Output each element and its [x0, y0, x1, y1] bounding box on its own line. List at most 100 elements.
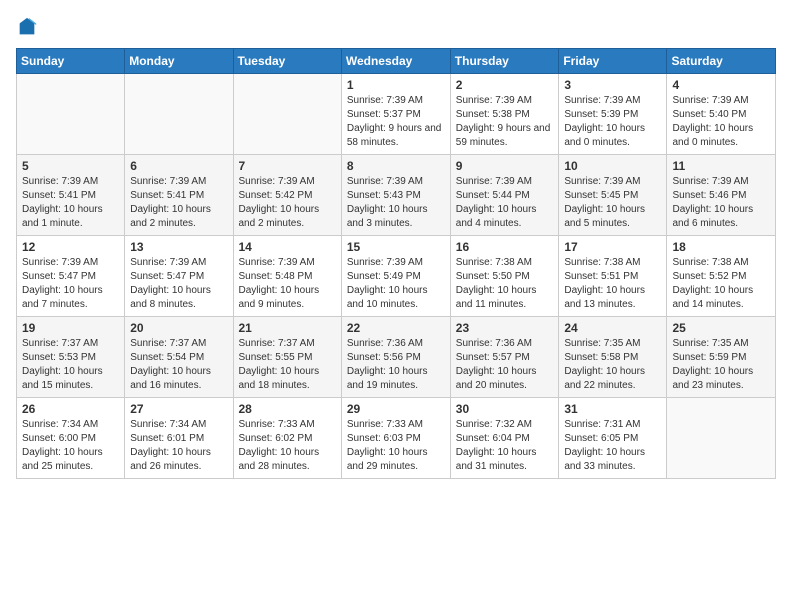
calendar-cell: 15Sunrise: 7:39 AMSunset: 5:49 PMDayligh…: [341, 236, 450, 317]
calendar-cell: 29 Sunrise: 7:33 AMSunset: 6:03 PMDayligh…: [341, 398, 450, 479]
day-info: Sunrise: 7:31 AMSunset: 6:05 PMDaylight:…: [564, 418, 661, 474]
calendar-cell: 3 Sunrise: 7:39 AMSunset: 5:39 PMDaylight…: [559, 74, 667, 155]
day-number: 27: [130, 402, 227, 416]
day-info: Sunrise: 7:39 AMSunset: 5:48 PMDaylight:…: [239, 256, 336, 312]
calendar-week-row-2: 5 Sunrise: 7:39 AMSunset: 5:41 PMDaylight…: [17, 155, 776, 236]
day-number: 25: [672, 321, 770, 335]
calendar-cell: 12Sunrise: 7:39 AMSunset: 5:47 PMDayligh…: [17, 236, 125, 317]
day-info: Sunrise: 7:34 AMSunset: 6:01 PMDaylight:…: [130, 418, 227, 474]
day-number: 17: [564, 240, 661, 254]
logo-icon: [16, 16, 38, 38]
calendar-cell: 27 Sunrise: 7:34 AMSunset: 6:01 PMDayligh…: [125, 398, 233, 479]
day-number: 3: [564, 78, 661, 92]
day-info: Sunrise: 7:39 AMSunset: 5:46 PMDaylight:…: [672, 175, 770, 231]
day-info: Sunrise: 7:39 AMSunset: 5:43 PMDaylight:…: [347, 175, 445, 231]
calendar-cell: 23 Sunrise: 7:36 AMSunset: 5:57 PMDayligh…: [450, 317, 559, 398]
calendar-cell: 19 Sunrise: 7:37 AMSunset: 5:53 PMDayligh…: [17, 317, 125, 398]
day-number: 19: [22, 321, 119, 335]
day-number: 20: [130, 321, 227, 335]
day-info: Sunrise: 7:36 AMSunset: 5:56 PMDaylight:…: [347, 337, 445, 393]
calendar-cell: 7 Sunrise: 7:39 AMSunset: 5:42 PMDaylight…: [233, 155, 341, 236]
calendar-cell: 18 Sunrise: 7:38 AMSunset: 5:52 PMDayligh…: [667, 236, 776, 317]
calendar-cell: 31 Sunrise: 7:31 AMSunset: 6:05 PMDayligh…: [559, 398, 667, 479]
day-number: 14: [239, 240, 336, 254]
day-number: 15: [347, 240, 445, 254]
day-info: Sunrise: 7:38 AMSunset: 5:51 PMDaylight:…: [564, 256, 661, 312]
day-info: Sunrise: 7:33 AMSunset: 6:03 PMDaylight:…: [347, 418, 445, 474]
calendar-week-row-1: 1 Sunrise: 7:39 AMSunset: 5:37 PMDaylight…: [17, 74, 776, 155]
day-info: Sunrise: 7:37 AMSunset: 5:54 PMDaylight:…: [130, 337, 227, 393]
day-info: Sunrise: 7:35 AMSunset: 5:58 PMDaylight:…: [564, 337, 661, 393]
day-number: 13: [130, 240, 227, 254]
calendar-cell: 30 Sunrise: 7:32 AMSunset: 6:04 PMDayligh…: [450, 398, 559, 479]
day-header-saturday: Saturday: [667, 49, 776, 74]
calendar-cell: [17, 74, 125, 155]
day-number: 18: [672, 240, 770, 254]
calendar-week-row-3: 12Sunrise: 7:39 AMSunset: 5:47 PMDayligh…: [17, 236, 776, 317]
day-number: 31: [564, 402, 661, 416]
day-number: 1: [347, 78, 445, 92]
day-number: 29: [347, 402, 445, 416]
day-number: 8: [347, 159, 445, 173]
calendar-cell: 2Sunrise: 7:39 AMSunset: 5:38 PMDaylight…: [450, 74, 559, 155]
day-info: Sunrise: 7:39 AMSunset: 5:47 PMDaylight:…: [130, 256, 227, 312]
day-header-monday: Monday: [125, 49, 233, 74]
calendar-cell: 26 Sunrise: 7:34 AMSunset: 6:00 PMDayligh…: [17, 398, 125, 479]
day-info: Sunrise: 7:35 AMSunset: 5:59 PMDaylight:…: [672, 337, 770, 393]
day-number: 16: [456, 240, 554, 254]
day-info: Sunrise: 7:39 AMSunset: 5:41 PMDaylight:…: [130, 175, 227, 231]
day-number: 9: [456, 159, 554, 173]
day-info: Sunrise: 7:38 AMSunset: 5:52 PMDaylight:…: [672, 256, 770, 312]
calendar-cell: 4Sunrise: 7:39 AMSunset: 5:40 PMDaylight…: [667, 74, 776, 155]
day-info: Sunrise: 7:39 AMSunset: 5:39 PMDaylight:…: [564, 94, 661, 150]
day-number: 11: [672, 159, 770, 173]
day-info: Sunrise: 7:39 AMSunset: 5:44 PMDaylight:…: [456, 175, 554, 231]
day-info: Sunrise: 7:39 AMSunset: 5:42 PMDaylight:…: [239, 175, 336, 231]
calendar-cell: 10 Sunrise: 7:39 AMSunset: 5:45 PMDayligh…: [559, 155, 667, 236]
day-number: 7: [239, 159, 336, 173]
calendar-cell: 22 Sunrise: 7:36 AMSunset: 5:56 PMDayligh…: [341, 317, 450, 398]
day-info: Sunrise: 7:38 AMSunset: 5:50 PMDaylight:…: [456, 256, 554, 312]
day-number: 22: [347, 321, 445, 335]
calendar-cell: 21Sunrise: 7:37 AMSunset: 5:55 PMDayligh…: [233, 317, 341, 398]
day-number: 28: [239, 402, 336, 416]
calendar-cell: [667, 398, 776, 479]
day-number: 23: [456, 321, 554, 335]
calendar-cell: 11 Sunrise: 7:39 AMSunset: 5:46 PMDayligh…: [667, 155, 776, 236]
calendar-cell: 28 Sunrise: 7:33 AMSunset: 6:02 PMDayligh…: [233, 398, 341, 479]
calendar-cell: 24 Sunrise: 7:35 AMSunset: 5:58 PMDayligh…: [559, 317, 667, 398]
day-info: Sunrise: 7:39 AMSunset: 5:47 PMDaylight:…: [22, 256, 119, 312]
calendar-cell: 25 Sunrise: 7:35 AMSunset: 5:59 PMDayligh…: [667, 317, 776, 398]
day-number: 6: [130, 159, 227, 173]
day-number: 5: [22, 159, 119, 173]
day-info: Sunrise: 7:39 AMSunset: 5:41 PMDaylight:…: [22, 175, 119, 231]
day-number: 24: [564, 321, 661, 335]
calendar-cell: 5 Sunrise: 7:39 AMSunset: 5:41 PMDaylight…: [17, 155, 125, 236]
day-info: Sunrise: 7:37 AMSunset: 5:53 PMDaylight:…: [22, 337, 119, 393]
day-number: 26: [22, 402, 119, 416]
day-info: Sunrise: 7:36 AMSunset: 5:57 PMDaylight:…: [456, 337, 554, 393]
calendar-cell: 6 Sunrise: 7:39 AMSunset: 5:41 PMDaylight…: [125, 155, 233, 236]
page-header: [16, 16, 776, 38]
day-header-sunday: Sunday: [17, 49, 125, 74]
day-header-tuesday: Tuesday: [233, 49, 341, 74]
day-number: 21: [239, 321, 336, 335]
calendar-cell: [233, 74, 341, 155]
calendar-cell: 17 Sunrise: 7:38 AMSunset: 5:51 PMDayligh…: [559, 236, 667, 317]
calendar-cell: 1 Sunrise: 7:39 AMSunset: 5:37 PMDaylight…: [341, 74, 450, 155]
calendar-week-row-5: 26 Sunrise: 7:34 AMSunset: 6:00 PMDayligh…: [17, 398, 776, 479]
day-info: Sunrise: 7:39 AMSunset: 5:40 PMDaylight:…: [672, 94, 770, 150]
day-header-thursday: Thursday: [450, 49, 559, 74]
day-info: Sunrise: 7:39 AMSunset: 5:45 PMDaylight:…: [564, 175, 661, 231]
day-number: 10: [564, 159, 661, 173]
calendar-week-row-4: 19 Sunrise: 7:37 AMSunset: 5:53 PMDayligh…: [17, 317, 776, 398]
day-info: Sunrise: 7:33 AMSunset: 6:02 PMDaylight:…: [239, 418, 336, 474]
day-number: 2: [456, 78, 554, 92]
calendar-cell: 13 Sunrise: 7:39 AMSunset: 5:47 PMDayligh…: [125, 236, 233, 317]
day-info: Sunrise: 7:34 AMSunset: 6:00 PMDaylight:…: [22, 418, 119, 474]
day-info: Sunrise: 7:39 AMSunset: 5:37 PMDaylight:…: [347, 94, 445, 150]
calendar-cell: [125, 74, 233, 155]
day-info: Sunrise: 7:32 AMSunset: 6:04 PMDaylight:…: [456, 418, 554, 474]
day-number: 30: [456, 402, 554, 416]
calendar-header-row: SundayMondayTuesdayWednesdayThursdayFrid…: [17, 49, 776, 74]
